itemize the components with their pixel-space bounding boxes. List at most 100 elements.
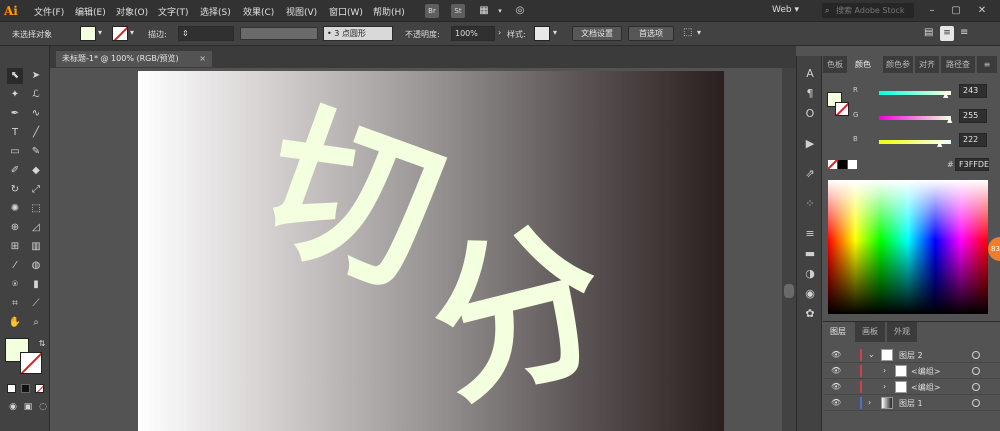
red-slider-track[interactable] (879, 91, 951, 95)
layer-row[interactable]: 👁 › <编组> (823, 379, 1000, 395)
target-circle-icon[interactable] (972, 351, 980, 359)
actions-panel-icon[interactable]: ▶ (802, 136, 818, 152)
pen-tool-icon[interactable]: ✒ (7, 106, 23, 122)
layer-name[interactable]: <编组> (911, 382, 940, 393)
color-spectrum[interactable] (828, 180, 988, 314)
hex-input[interactable]: F3FFDE (955, 158, 989, 171)
swap-colors-icon[interactable]: ⇅ (34, 336, 50, 352)
none-color-icon[interactable] (828, 160, 837, 169)
magic-wand-tool-icon[interactable]: ✦ (7, 87, 23, 103)
hand-tool-icon[interactable]: ✋ (7, 315, 23, 331)
align-panel-icon[interactable]: ≡ (802, 226, 818, 242)
warp-tool-icon[interactable]: ✺ (7, 201, 23, 217)
stock-button[interactable]: St (451, 4, 465, 18)
target-circle-icon[interactable] (972, 367, 980, 375)
shape-builder-tool-icon[interactable]: ⊕ (7, 220, 23, 236)
chevron-down-icon[interactable]: ▾ (553, 28, 557, 37)
layer-row[interactable]: 👁 ⌄ 图层 2 (823, 347, 1000, 363)
minimize-icon[interactable]: – (922, 3, 942, 19)
change-screen-mode-icon[interactable]: ▣ (20, 399, 36, 415)
gradient-tool-icon[interactable]: ▥ (28, 239, 44, 255)
green-value-input[interactable]: 255 (959, 109, 987, 123)
slice-tool-icon[interactable]: ⟋ (28, 296, 44, 312)
document-grid-icon[interactable]: ⬚ (683, 27, 692, 38)
shaper-tool-icon[interactable]: ✐ (7, 163, 23, 179)
visibility-eye-icon[interactable]: 👁 (831, 350, 841, 360)
perspective-grid-tool-icon[interactable]: ◿ (28, 220, 44, 236)
brush-definition[interactable]: • 3 点圆形 (323, 26, 393, 41)
slider-handle[interactable]: ▲ (943, 91, 948, 99)
scale-tool-icon[interactable]: ⤢ (28, 182, 44, 198)
arrange-docs-icon[interactable]: ▦ (477, 4, 491, 18)
workspace-switcher[interactable]: Web ▾ (772, 3, 812, 18)
menu-window[interactable]: 窗口(W) (329, 5, 363, 18)
visibility-eye-icon[interactable]: 👁 (831, 382, 841, 392)
layer-row[interactable]: 👁 › 图层 1 (823, 395, 1000, 411)
blend-tool-icon[interactable]: ◍ (28, 258, 44, 274)
curvature-tool-icon[interactable]: ∿ (28, 106, 44, 122)
visibility-eye-icon[interactable]: 👁 (831, 398, 841, 408)
white-swatch[interactable] (848, 160, 857, 169)
appearance-panel-icon[interactable]: ◉ (802, 286, 818, 302)
character-panel-icon[interactable]: A (802, 66, 818, 82)
vertical-scrollbar[interactable] (782, 68, 796, 431)
line-tool-icon[interactable]: ╱ (28, 125, 44, 141)
paragraph-panel-icon[interactable]: ¶ (802, 86, 818, 102)
mesh-tool-icon[interactable]: ⊞ (7, 239, 23, 255)
chevron-right-icon[interactable]: › (868, 398, 871, 407)
stroke-color-box[interactable] (20, 352, 42, 374)
panel-menu-icon[interactable]: ≡ (977, 56, 997, 73)
artboard[interactable]: 切 分 (138, 71, 724, 431)
chevron-down-icon[interactable]: ▾ (493, 4, 507, 18)
menu-effect[interactable]: 效果(C) (243, 5, 274, 18)
arrange-icon[interactable]: ▤ (924, 27, 933, 38)
blue-value-input[interactable]: 222 (959, 133, 987, 147)
bridge-button[interactable]: Br (425, 4, 439, 18)
close-icon[interactable]: ✕ (972, 3, 992, 19)
red-value-input[interactable]: 243 (959, 84, 987, 98)
draw-normal-icon[interactable]: ◉ (5, 399, 21, 415)
tab-color-guide[interactable]: 颜色参 (883, 56, 913, 73)
none-mode-icon[interactable] (35, 384, 44, 393)
tab-artboards[interactable]: 画板 (855, 322, 885, 342)
tab-appearance[interactable]: 外观 (887, 322, 917, 342)
gpu-performance-icon[interactable]: ◎ (513, 4, 527, 18)
slider-handle[interactable]: ▲ (947, 116, 952, 124)
close-icon[interactable]: × (199, 51, 206, 67)
chevron-down-icon[interactable]: ⌄ (868, 350, 875, 359)
paintbrush-tool-icon[interactable]: ✎ (28, 144, 44, 160)
rotate-tool-icon[interactable]: ↻ (7, 182, 23, 198)
export-panel-icon[interactable]: ⇗ (802, 166, 818, 182)
graphic-style-swatch[interactable] (534, 26, 550, 41)
menu-object[interactable]: 对象(O) (116, 5, 148, 18)
lasso-tool-icon[interactable]: ℒ (28, 87, 44, 103)
chevron-right-icon[interactable]: › (883, 366, 886, 375)
layer-name[interactable]: 图层 1 (899, 398, 923, 409)
green-slider-track[interactable] (879, 116, 951, 120)
chevron-right-icon[interactable]: › (883, 382, 886, 391)
menu-select[interactable]: 选择(S) (200, 5, 231, 18)
eyedropper-tool-icon[interactable]: ⁄ (7, 258, 23, 274)
scrollbar-thumb[interactable] (784, 284, 794, 298)
gradient-panel-icon[interactable]: ▬ (802, 246, 818, 262)
canvas-area[interactable]: 切 分 (50, 68, 782, 431)
menu-view[interactable]: 视图(V) (286, 5, 317, 18)
eraser-tool-icon[interactable]: ◆ (28, 163, 44, 179)
stock-search-input[interactable]: ⌕ 搜索 Adobe Stock (822, 3, 914, 18)
opacity-input[interactable]: 100% (451, 26, 495, 41)
menu-type[interactable]: 文字(T) (158, 5, 189, 18)
chevron-right-icon[interactable]: › (498, 28, 501, 37)
layer-name[interactable]: <编组> (911, 366, 940, 377)
tab-color[interactable]: 颜色 (847, 56, 879, 73)
tab-pathfinder[interactable]: 路径查 (941, 56, 975, 73)
free-transform-tool-icon[interactable]: ⬚ (28, 201, 44, 217)
direct-selection-tool-icon[interactable]: ➤ (28, 68, 44, 84)
chevron-down-icon[interactable]: ▾ (130, 28, 134, 37)
color-mode-icon[interactable] (7, 384, 16, 393)
target-circle-icon[interactable] (972, 399, 980, 407)
draw-inside-icon[interactable]: ◌ (35, 399, 51, 415)
stroke-weight-field[interactable]: ⇕ (178, 26, 234, 41)
tab-swatches[interactable]: 色板 (823, 56, 847, 73)
black-swatch[interactable] (838, 160, 847, 169)
menu-file[interactable]: 文件(F) (34, 5, 64, 18)
